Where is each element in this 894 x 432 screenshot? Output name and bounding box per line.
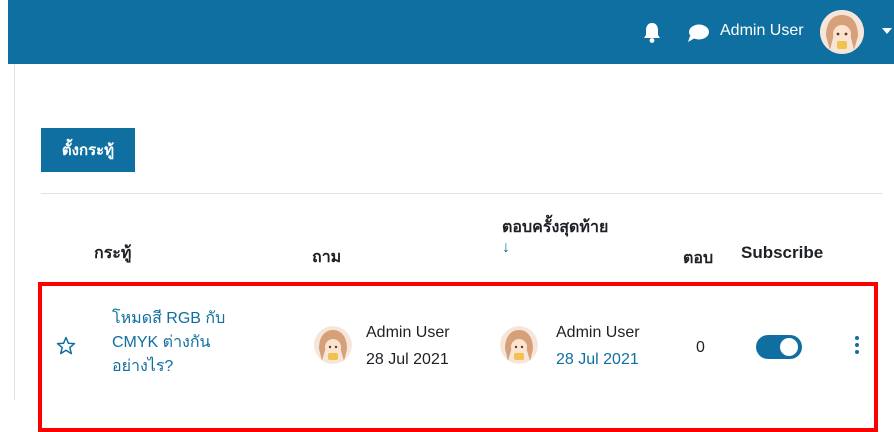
discussion-topic-link[interactable]: โหมดสี RGB กับ CMYK ต่างกัน อย่างไร?	[112, 307, 272, 379]
kebab-menu-icon[interactable]	[852, 334, 862, 358]
sort-arrow-icon: ↓	[502, 239, 510, 256]
top-navbar: Admin User	[8, 0, 894, 64]
column-header-last-post[interactable]: ตอบครั้งสุดท้าย ↓	[502, 217, 652, 257]
topic-line: อย่างไร?	[112, 358, 174, 375]
column-header-started-by[interactable]: ถาม	[312, 245, 341, 270]
topic-line: CMYK ต่างกัน	[112, 334, 211, 351]
avatar	[314, 326, 352, 364]
content-border	[14, 64, 15, 400]
replies-count: 0	[696, 339, 705, 356]
chat-icon[interactable]	[686, 22, 710, 44]
last-post-name[interactable]: Admin User	[556, 324, 640, 342]
column-header-subscribe: Subscribe	[741, 243, 824, 262]
column-header-topic[interactable]: กระทู้	[94, 241, 131, 266]
column-header-replies[interactable]: ตอบ	[683, 246, 713, 271]
last-post-date-link[interactable]: 28 Jul 2021	[556, 351, 639, 369]
add-discussion-button[interactable]: ตั้งกระทู้	[41, 128, 135, 172]
started-by-name[interactable]: Admin User	[366, 324, 450, 342]
divider	[41, 193, 882, 194]
star-icon[interactable]	[56, 336, 76, 356]
user-menu-name[interactable]: Admin User	[720, 20, 804, 42]
toggle-knob	[780, 338, 798, 356]
topic-line: โหมดสี RGB กับ	[112, 310, 226, 327]
chevron-down-icon[interactable]	[882, 28, 892, 34]
bell-icon[interactable]	[642, 22, 662, 44]
avatar[interactable]	[820, 10, 864, 54]
avatar	[500, 326, 538, 364]
started-date: 28 Jul 2021	[366, 351, 449, 368]
subscribe-toggle[interactable]	[756, 335, 802, 359]
column-header-last-post-label: ตอบครั้งสุดท้าย	[502, 219, 609, 236]
